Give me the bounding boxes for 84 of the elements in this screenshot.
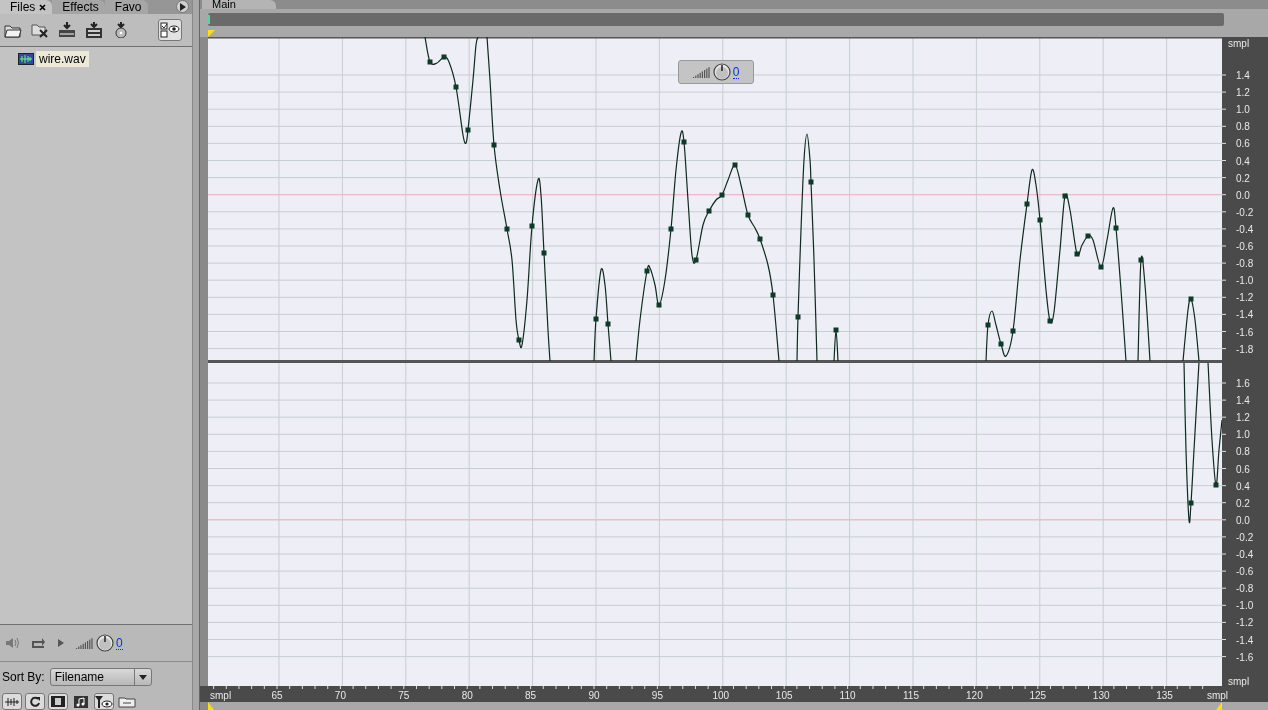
sort-label: Sort By: xyxy=(2,670,45,684)
amplitude-label: -1.4 xyxy=(1236,634,1254,646)
time-label: 75 xyxy=(398,690,410,701)
time-label: 115 xyxy=(903,690,919,701)
time-label: 105 xyxy=(775,690,793,701)
amplitude-label: 0.2 xyxy=(1236,172,1250,184)
filter-music-icon[interactable] xyxy=(71,693,91,710)
amplitude-label: 0.0 xyxy=(1236,189,1250,201)
time-label: 90 xyxy=(588,690,600,701)
time-label: 85 xyxy=(525,690,537,701)
loop-icon[interactable] xyxy=(30,637,46,649)
panel-tab[interactable]: Favo xyxy=(104,0,148,14)
amplitude-label: 1.2 xyxy=(1236,87,1250,99)
unit-label: smpl xyxy=(1228,38,1250,49)
unit-label: smpl xyxy=(210,690,232,701)
insert-cd-icon[interactable] xyxy=(112,21,130,39)
amplitude-label: -0.2 xyxy=(1236,206,1254,218)
amplitude-label: -0.4 xyxy=(1236,549,1254,560)
time-label: 135 xyxy=(1156,690,1173,701)
amplitude-label: -1.2 xyxy=(1236,617,1254,629)
volume-knob[interactable] xyxy=(96,634,114,652)
amplitude-label: 1.4 xyxy=(1236,70,1250,81)
amplitude-label: -1.6 xyxy=(1236,326,1254,338)
filter-video-icon[interactable] xyxy=(48,693,68,710)
time-label: 120 xyxy=(966,690,983,701)
amplitude-label: -0.8 xyxy=(1236,583,1254,595)
amplitude-label: 0.4 xyxy=(1236,155,1250,167)
play-icon[interactable] xyxy=(56,637,66,649)
close-icon[interactable] xyxy=(39,3,47,11)
panel-tab[interactable]: Main xyxy=(202,0,276,9)
amplitude-label: -1.0 xyxy=(1236,600,1254,612)
amplitude-label: 1.4 xyxy=(1236,395,1250,407)
amplitude-label: 0.2 xyxy=(1236,497,1250,509)
sort-dropdown[interactable]: Filename xyxy=(49,668,152,686)
close-file-icon[interactable] xyxy=(31,21,49,39)
time-label: 130 xyxy=(1092,690,1110,701)
time-label: 95 xyxy=(651,690,663,701)
amplitude-label: 0.6 xyxy=(1236,138,1250,150)
amplitude-label: -0.6 xyxy=(1236,566,1254,578)
panel-tab[interactable]: Effects xyxy=(52,0,105,14)
unit-label: smpl xyxy=(1228,676,1250,687)
amplitude-label: 1.6 xyxy=(1236,378,1250,389)
volume-value[interactable]: 0 xyxy=(732,65,740,79)
time-label: 100 xyxy=(712,690,730,701)
time-label: 80 xyxy=(461,690,473,701)
filter-waveform-icon[interactable] xyxy=(2,693,22,710)
panel-menu-button[interactable] xyxy=(176,0,190,13)
volume-bars-icon xyxy=(692,66,711,78)
amplitude-label: 0.8 xyxy=(1236,446,1250,458)
audio-file-icon xyxy=(18,53,34,65)
amplitude-label: -0.4 xyxy=(1236,223,1254,235)
amplitude-label: -1.2 xyxy=(1236,292,1254,304)
amplitude-label: -1.6 xyxy=(1236,651,1254,663)
time-label: 70 xyxy=(334,690,346,701)
file-item[interactable]: wire.wav xyxy=(36,51,89,67)
insert-waveform-icon[interactable] xyxy=(58,21,76,39)
caret-icon xyxy=(138,674,147,680)
marker-icon[interactable] xyxy=(1216,702,1222,710)
amplitude-label: 0.8 xyxy=(1236,121,1250,133)
amplitude-label: -1.4 xyxy=(1236,309,1254,321)
triangle-icon xyxy=(179,2,187,11)
amplitude-label: -0.6 xyxy=(1236,241,1254,252)
unit-label: smpl xyxy=(1206,690,1228,701)
volume-knob[interactable] xyxy=(712,63,731,81)
amplitude-label: 0.0 xyxy=(1236,514,1250,526)
volume-bars-icon xyxy=(76,637,94,649)
amplitude-label: -0.2 xyxy=(1236,531,1254,543)
time-label: 65 xyxy=(271,690,283,701)
amplitude-label: 0.6 xyxy=(1236,463,1250,475)
amplitude-label: 1.2 xyxy=(1236,412,1250,424)
amplitude-label: 1.0 xyxy=(1236,104,1250,116)
show-options-button[interactable] xyxy=(158,19,183,41)
amplitude-label: 0.4 xyxy=(1236,480,1250,492)
amplitude-label: -1.8 xyxy=(1236,343,1254,355)
time-label: 110 xyxy=(839,690,856,701)
amplitude-label: 1.0 xyxy=(1236,429,1250,441)
amplitude-label: -0.8 xyxy=(1236,258,1254,270)
amplitude-label: -1.0 xyxy=(1236,275,1254,287)
filter-loop-icon[interactable] xyxy=(25,693,45,710)
insert-track-icon[interactable] xyxy=(85,21,103,39)
time-label: 125 xyxy=(1029,690,1047,701)
panel-tab[interactable]: Files xyxy=(0,0,53,14)
filter-view-icon[interactable] xyxy=(94,693,114,710)
volume-value[interactable]: 0 xyxy=(116,636,123,650)
